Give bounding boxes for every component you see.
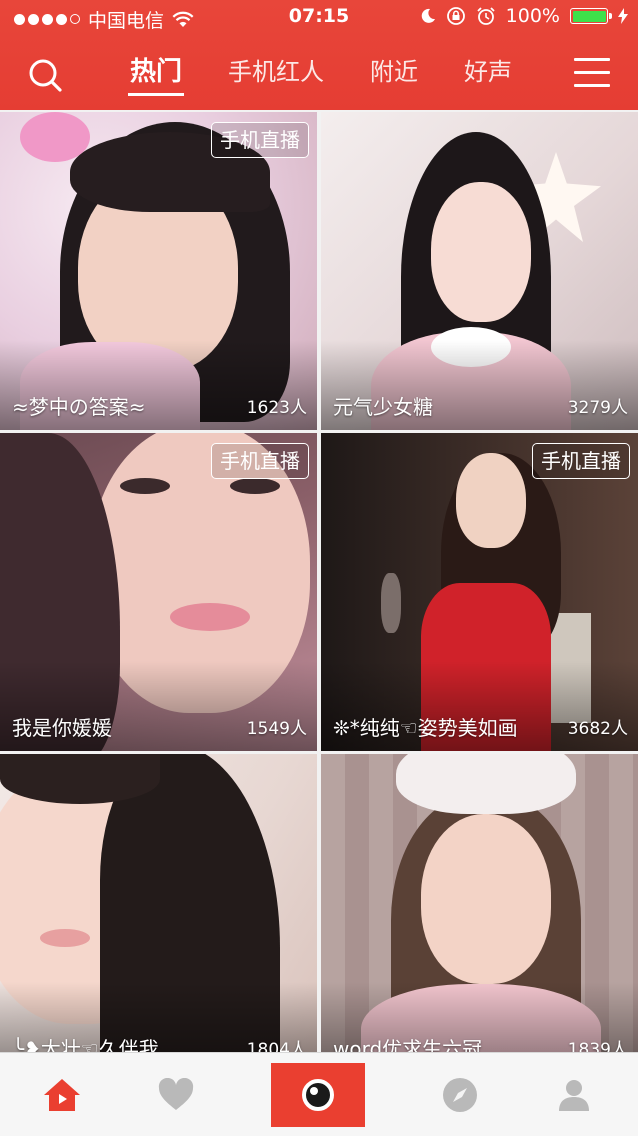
stream-card[interactable]: ╰❥大壮☜久伴我 1804人 xyxy=(0,754,317,1052)
tab-profile[interactable] xyxy=(544,1065,604,1125)
top-nav: 热门 手机红人 附近 好声 xyxy=(0,40,638,108)
tab-home[interactable] xyxy=(32,1065,92,1125)
live-badge: 手机直播 xyxy=(211,443,309,479)
viewer-count: 1623人 xyxy=(246,398,307,418)
stream-card[interactable]: word优求生六冠 1839人 xyxy=(321,754,638,1052)
header: 中国电信 07:15 100% 热门 手机红人 附近 好声 xyxy=(0,0,638,110)
home-icon xyxy=(44,1079,80,1111)
viewer-count: 3279人 xyxy=(567,398,628,418)
streamer-name: 我是你媛媛 xyxy=(12,716,112,740)
stream-grid: 手机直播 ≈梦中の答案≈ 1623人 元气少女糖 3279人 手机直播 我是你媛… xyxy=(0,110,638,1052)
stream-card[interactable]: 手机直播 ≈梦中の答案≈ 1623人 xyxy=(0,112,317,430)
eye-icon xyxy=(302,1079,334,1111)
bottom-tab-bar xyxy=(0,1052,638,1136)
charging-icon xyxy=(618,8,628,24)
streamer-name: ≈梦中の答案≈ xyxy=(12,395,146,419)
search-icon xyxy=(29,59,62,92)
tab-hot[interactable]: 热门 xyxy=(118,40,194,108)
streamer-name: ❊*纯纯☜姿势美如画 xyxy=(333,716,518,740)
status-bar: 中国电信 07:15 100% xyxy=(0,0,638,36)
viewer-count: 1549人 xyxy=(246,719,307,739)
tab-good-voice[interactable]: 好声 xyxy=(452,40,524,108)
status-right: 100% xyxy=(420,5,628,27)
stream-card[interactable]: 手机直播 ❊*纯纯☜姿势美如画 3682人 xyxy=(321,433,638,751)
viewer-count: 1839人 xyxy=(567,1040,628,1052)
streamer-name: word优求生六冠 xyxy=(333,1037,483,1052)
rotation-lock-icon xyxy=(446,7,465,25)
tab-favorites[interactable] xyxy=(146,1065,206,1125)
tab-mobile-stars[interactable]: 手机红人 xyxy=(216,40,336,108)
search-button[interactable] xyxy=(26,56,66,96)
menu-button[interactable] xyxy=(574,58,610,88)
battery-percent: 100% xyxy=(505,5,560,27)
live-badge: 手机直播 xyxy=(532,443,630,479)
tab-discover[interactable] xyxy=(430,1065,490,1125)
alarm-icon xyxy=(477,7,495,25)
tab-nearby[interactable]: 附近 xyxy=(358,40,430,108)
streamer-name: 元气少女糖 xyxy=(333,395,433,419)
compass-icon xyxy=(443,1078,477,1112)
profile-icon xyxy=(559,1080,589,1111)
app-root: 中国电信 07:15 100% 热门 手机红人 附近 好声 手机直播 ≈梦中の答… xyxy=(0,0,638,1136)
moon-icon xyxy=(421,8,435,23)
battery-icon xyxy=(570,8,612,24)
stream-card[interactable]: 手机直播 我是你媛媛 1549人 xyxy=(0,433,317,751)
viewer-count: 1804人 xyxy=(246,1040,307,1052)
nav-tabs: 热门 手机红人 附近 好声 xyxy=(118,40,558,108)
start-live-button[interactable] xyxy=(271,1063,365,1127)
stream-card[interactable]: 元气少女糖 3279人 xyxy=(321,112,638,430)
streamer-name: ╰❥大壮☜久伴我 xyxy=(12,1037,159,1052)
viewer-count: 3682人 xyxy=(567,719,628,739)
live-badge: 手机直播 xyxy=(211,122,309,158)
heart-icon xyxy=(158,1078,194,1110)
